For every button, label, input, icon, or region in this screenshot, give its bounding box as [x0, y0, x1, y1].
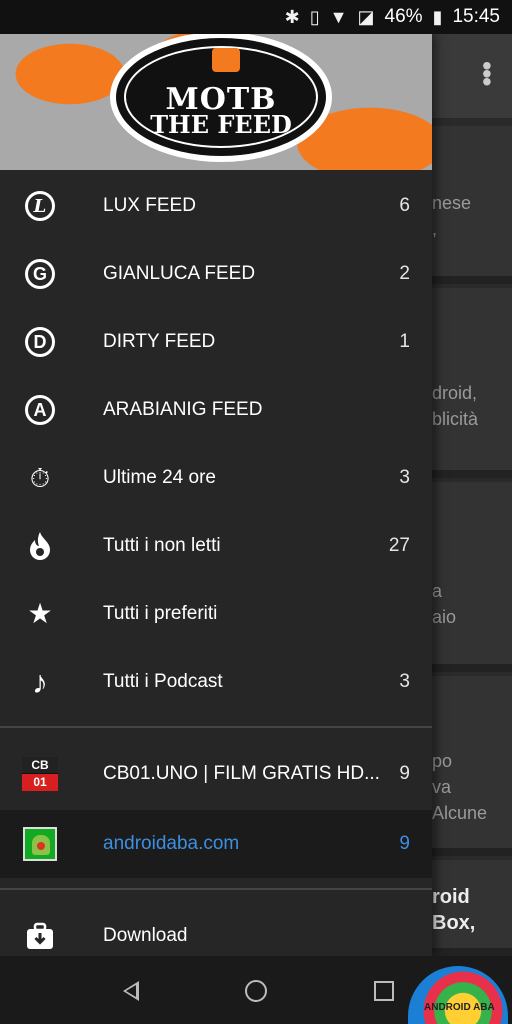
- snippet-title: roid Box,: [432, 886, 476, 934]
- item-label: ARABIANIG FEED: [103, 399, 263, 420]
- letter-d-circle-icon: D: [22, 324, 58, 360]
- status-bar: ✱ ▯ ▼ ◪ 46% ▮ 15:45: [0, 0, 512, 34]
- drawer-item-gianluca-feed[interactable]: G GIANLUCA FEED 2: [0, 240, 432, 308]
- item-label: DIRTY FEED: [103, 331, 216, 352]
- drawer-item-androidaba[interactable]: androidaba.com 9: [0, 810, 432, 878]
- download-box-icon: [22, 918, 58, 954]
- item-label: CB01.UNO | FILM GRATIS HD...: [103, 763, 380, 784]
- item-label: GIANLUCA FEED: [103, 263, 256, 284]
- section-divider: [0, 888, 432, 890]
- unread-count: 27: [388, 535, 410, 556]
- rss-bag-icon: [212, 48, 240, 72]
- snippet-text: po va Alcune: [432, 751, 488, 823]
- item-label: Tutti i preferiti: [103, 603, 218, 624]
- unread-count: 9: [399, 763, 410, 784]
- drawer-item-last-24h[interactable]: ⏱ Ultime 24 ore 3: [0, 444, 432, 512]
- recents-button[interactable]: [371, 978, 397, 1004]
- item-label: Tutti i non letti: [103, 535, 221, 556]
- unread-count: 6: [399, 195, 410, 216]
- item-label: LUX FEED: [103, 195, 196, 216]
- snippet-text: droid, blicità: [432, 383, 479, 429]
- logo-line2: THE FEED: [150, 110, 292, 139]
- drawer-item-arabianig-feed[interactable]: A ARABIANIG FEED: [0, 376, 432, 444]
- flame-icon: [22, 528, 58, 564]
- drawer-item-dirty-feed[interactable]: D DIRTY FEED 1: [0, 308, 432, 376]
- navigation-drawer: MOTB THE FEED L LUX FEED 6 G GIANLUCA FE…: [0, 34, 432, 956]
- battery-icon: ▮: [432, 6, 443, 27]
- item-label: Ultime 24 ore: [103, 467, 216, 488]
- clock: 15:45: [452, 6, 500, 27]
- section-divider: [0, 726, 432, 728]
- no-sim-icon: ◪: [357, 6, 375, 27]
- unread-count: 9: [399, 833, 410, 854]
- back-button[interactable]: [118, 978, 144, 1004]
- snippet-text: nese ,: [432, 193, 472, 239]
- unread-count: 3: [399, 467, 410, 488]
- item-label: Download: [103, 925, 188, 946]
- bluetooth-icon: ✱: [284, 6, 300, 27]
- star-icon: ★: [27, 598, 53, 629]
- back-icon: [123, 981, 139, 1001]
- battery-percent: 46%: [384, 6, 423, 27]
- unread-count: 3: [399, 671, 410, 692]
- item-label: androidaba.com: [103, 833, 240, 854]
- overflow-menu-icon[interactable]: • • •: [482, 52, 492, 96]
- home-button[interactable]: [243, 978, 269, 1004]
- drawer-item-podcast[interactable]: ♪ Tutti i Podcast 3: [0, 648, 432, 716]
- drawer-item-cb01[interactable]: CB 01 CB01.UNO | FILM GRATIS HD... 9: [0, 740, 432, 808]
- recents-icon: [374, 981, 394, 1001]
- item-label: Tutti i Podcast: [103, 671, 223, 692]
- drawer-header: MOTB THE FEED: [0, 34, 432, 170]
- wifi-icon: ▼: [329, 6, 348, 27]
- letter-a-circle-icon: A: [22, 392, 58, 428]
- unread-count: 1: [399, 331, 410, 352]
- drawer-item-favorites[interactable]: ★ Tutti i preferiti: [0, 580, 432, 648]
- music-note-icon: ♪: [32, 664, 48, 700]
- stopwatch-icon: ⏱: [29, 463, 51, 493]
- motb-logo: MOTB THE FEED: [110, 34, 332, 162]
- drawer-item-lux-feed[interactable]: L LUX FEED 6: [0, 172, 432, 240]
- drawer-item-download[interactable]: Download: [0, 902, 432, 956]
- androidaba-icon: [22, 826, 58, 862]
- snippet-text: a aio: [432, 581, 457, 627]
- unread-count: 2: [399, 263, 410, 284]
- drawer-item-all-unread[interactable]: Tutti i non letti 27: [0, 512, 432, 580]
- letter-g-circle-icon: G: [22, 256, 58, 292]
- cb01-icon: CB 01: [22, 756, 58, 792]
- letter-l-circle-icon: L: [22, 188, 58, 224]
- vibrate-icon: ▯: [309, 6, 320, 27]
- home-icon: [245, 980, 267, 1002]
